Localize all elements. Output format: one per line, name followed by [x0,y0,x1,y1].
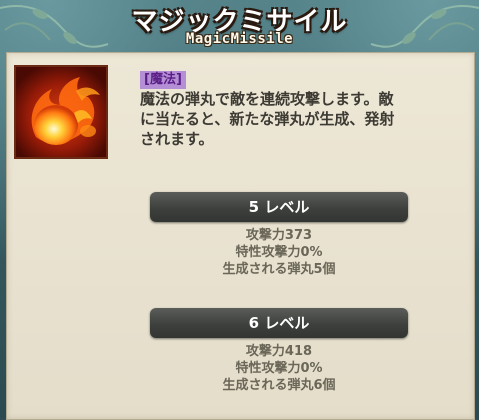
level-header-current: 5 レベル [150,192,408,222]
level-header-next: 6 レベル [150,308,408,338]
description-line: 魔法の弾丸で敵を連続攻撃します。敵 [140,90,394,108]
skill-subtitle: MagicMissile [185,31,294,47]
stat-trait-attack: 特性攻撃力0% [235,361,323,376]
stat-projectiles: 生成される弾丸5個 [222,262,336,277]
skill-icon-frame [14,65,108,159]
stat-attack: 攻撃力373 [245,228,313,243]
stat-attack: 攻撃力418 [245,344,313,359]
fire-missile-icon [16,67,106,157]
level-stats-current: 攻撃力373 特性攻撃力0% 生成される弾丸5個 [150,227,408,278]
skill-category-badge: [魔法] [140,71,186,89]
stat-projectiles: 生成される弾丸6個 [222,378,336,393]
description-line: に当たると、新たな弾丸が生成、発射 [140,110,395,128]
stat-trait-attack: 特性攻撃力0% [235,245,323,260]
level-stats-next: 攻撃力418 特性攻撃力0% 生成される弾丸6個 [150,343,408,394]
skill-header: マジックミサイル MagicMissile [0,0,479,50]
description-line: されます。 [140,130,214,148]
skill-description: 魔法の弾丸で敵を連続攻撃します。敵 に当たると、新たな弾丸が生成、発射 されます… [140,89,430,149]
